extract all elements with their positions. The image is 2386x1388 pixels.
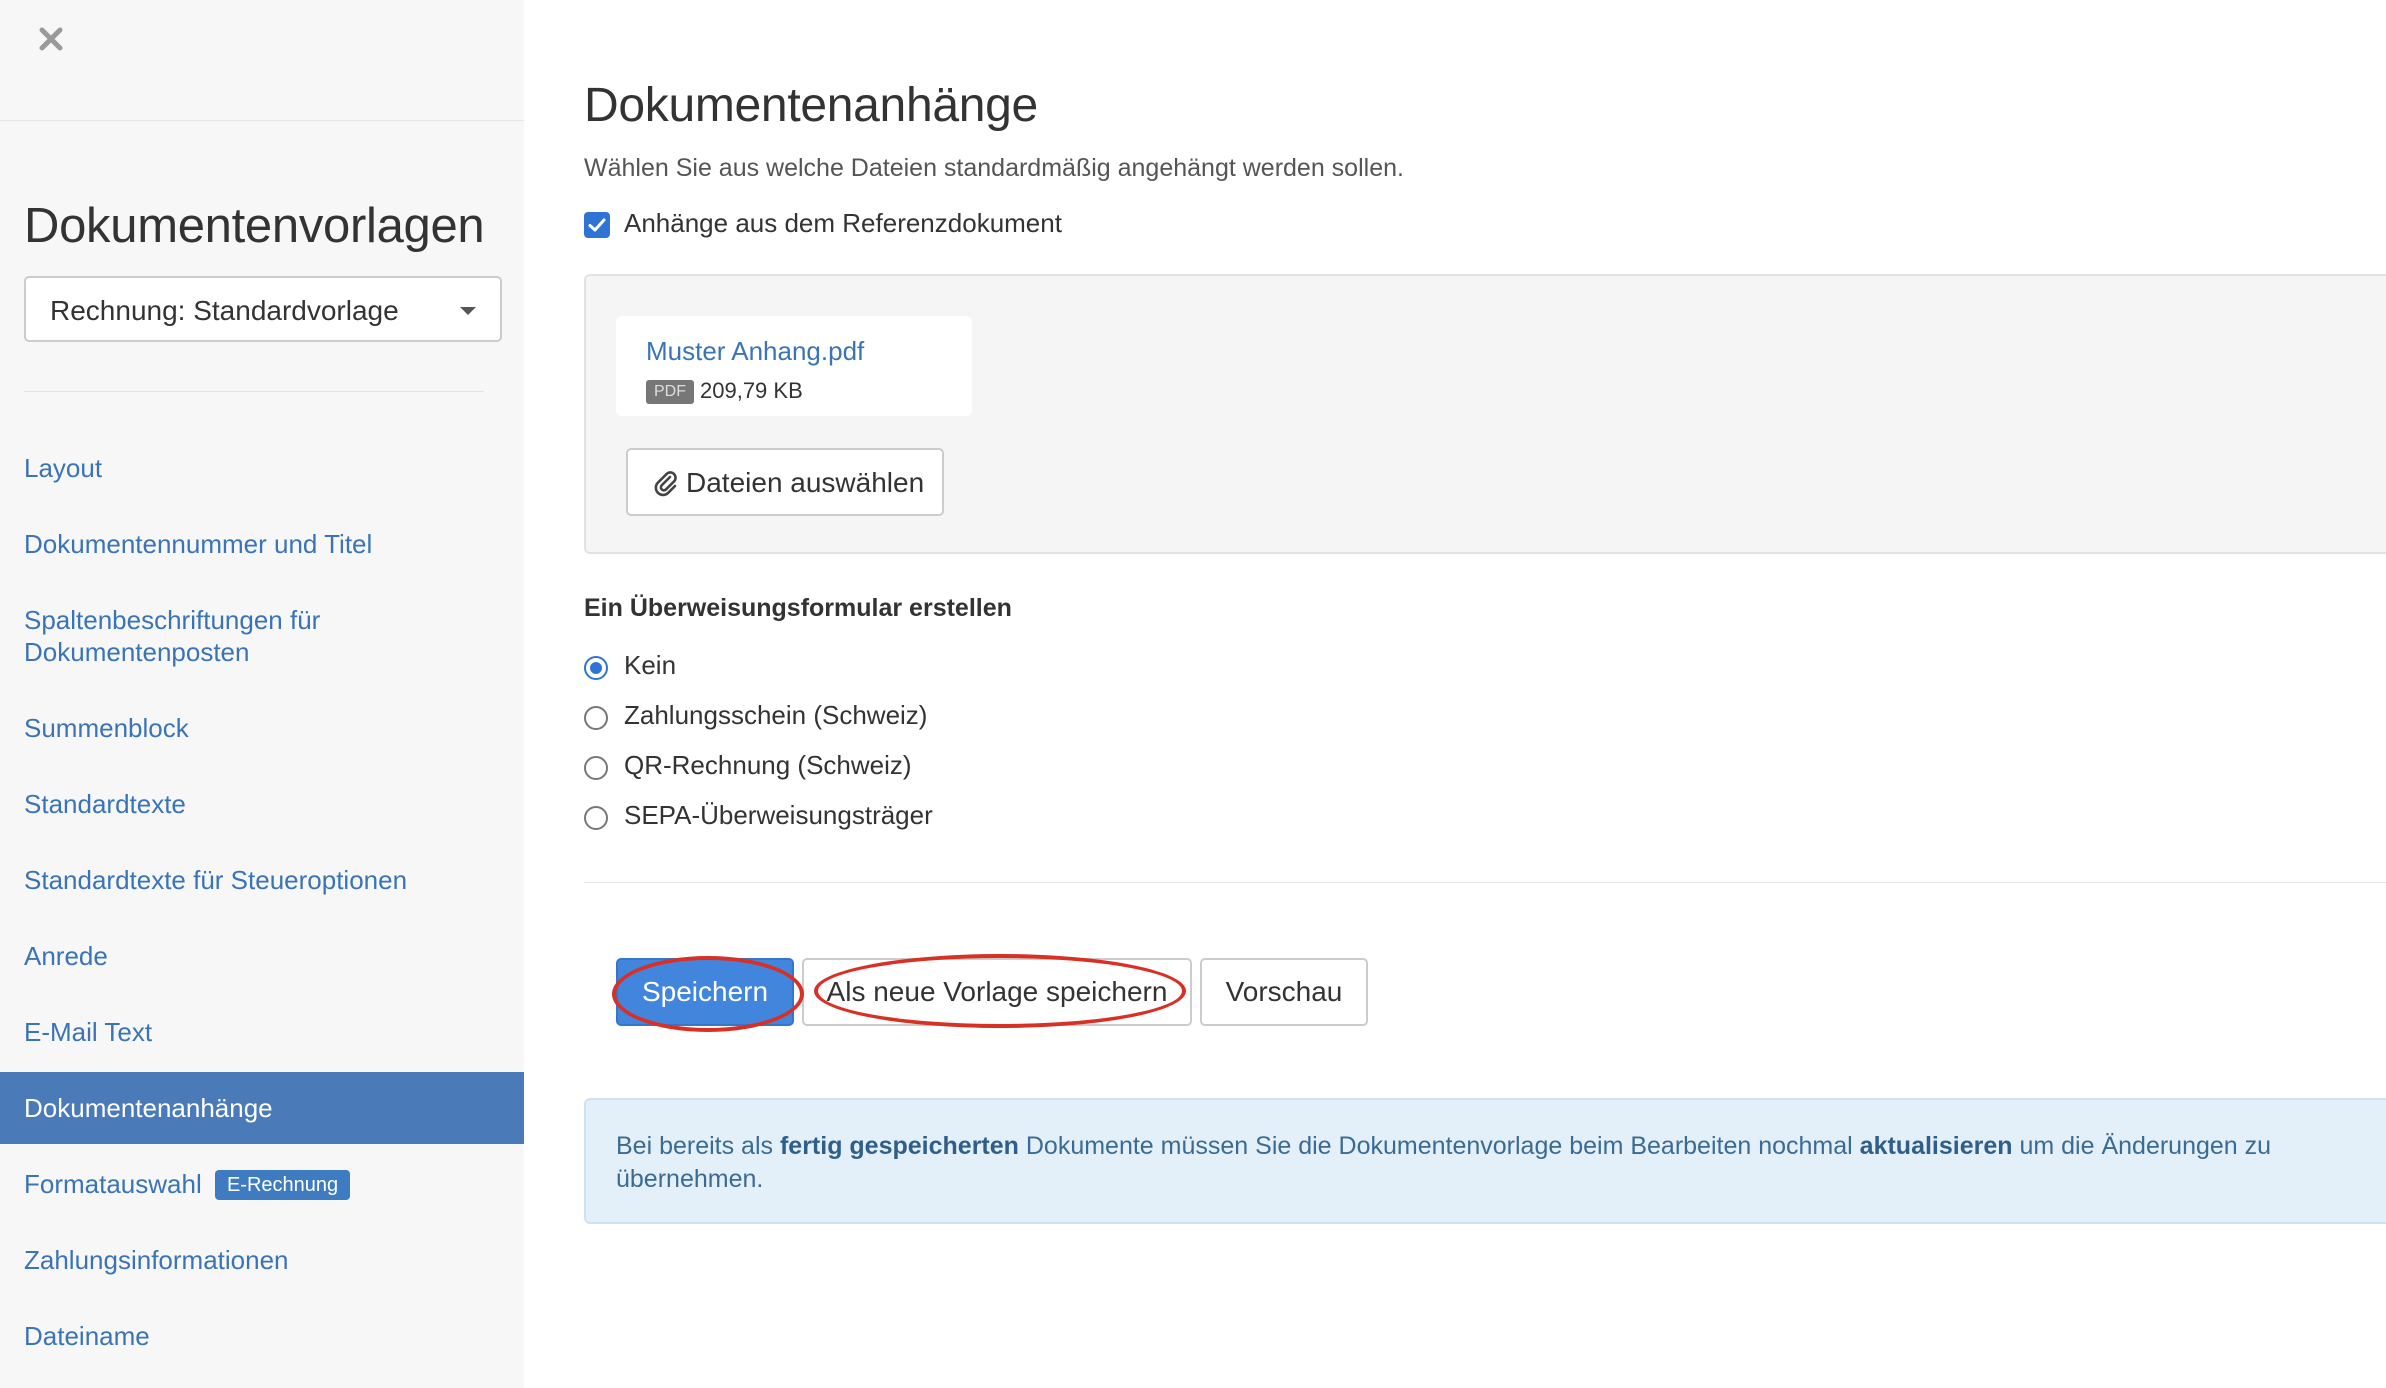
sidebar-item-format-selection[interactable]: Formatauswahl E-Rechnung [0, 1168, 524, 1200]
radio-label: Zahlungsschein (Schweiz) [624, 700, 928, 730]
attachment-link[interactable]: Muster Anhang.pdf [646, 336, 864, 367]
sidebar-divider [24, 391, 484, 392]
section-divider [584, 882, 2386, 883]
save-button[interactable]: Speichern [616, 958, 794, 1026]
sidebar-item-standard-texts[interactable]: Standardtexte [0, 788, 524, 820]
choose-files-label: Dateien auswählen [686, 467, 925, 498]
info-bold: fertig gespeicherten [779, 1132, 1019, 1160]
sidebar-item-label: Formatauswahl [24, 1169, 202, 1199]
sidebar-item-document-number[interactable]: Dokumentennummer und Titel [0, 528, 524, 560]
radio-button[interactable] [584, 756, 608, 780]
info-text: Bei bereits als [616, 1132, 780, 1160]
radio-button[interactable] [584, 806, 608, 830]
sidebar-item-payment-info[interactable]: Zahlungsinformationen [0, 1244, 524, 1276]
sidebar-item-column-labels[interactable]: Spaltenbeschriftungen für Dokumentenpost… [0, 604, 524, 668]
caret-down-icon [460, 307, 476, 315]
file-type-badge: PDF [646, 380, 694, 404]
checkmark-icon [588, 218, 606, 232]
sidebar-item-email-text[interactable]: E-Mail Text [0, 1016, 524, 1048]
choose-files-button[interactable]: Dateien auswählen [626, 448, 944, 516]
file-size: 209,79 KB [700, 378, 803, 403]
sidebar-item-filename[interactable]: Dateiname [0, 1320, 524, 1352]
preview-button[interactable]: Vorschau [1200, 958, 1368, 1026]
sidebar-item-sum-block[interactable]: Summenblock [0, 712, 524, 744]
info-bold: aktualisieren [1859, 1132, 2013, 1160]
sidebar-item-layout[interactable]: Layout [0, 452, 524, 484]
sidebar-item-label: Spaltenbeschriftungen für [24, 605, 321, 635]
sidebar: Dokumentenvorlagen Rechnung: Standardvor… [0, 0, 524, 1388]
save-as-new-template-button[interactable]: Als neue Vorlage speichern [802, 958, 1192, 1026]
close-icon [39, 27, 63, 51]
sidebar-item-label: Dokumentenposten [24, 637, 250, 667]
checkbox-checked[interactable] [584, 212, 610, 238]
sidebar-item-attachments[interactable]: Dokumentenanhänge [0, 1072, 524, 1144]
sidebar-title: Dokumentenvorlagen [24, 199, 485, 253]
page-description: Wählen Sie aus welche Dateien standardmä… [584, 154, 1404, 182]
radio-button[interactable] [584, 656, 608, 680]
radio-button[interactable] [584, 706, 608, 730]
checkbox-label: Anhänge aus dem Referenzdokument [624, 208, 1062, 238]
transfer-form-label: Ein Überweisungsformular erstellen [584, 594, 1012, 622]
attachment-card: Muster Anhang.pdf PDF 209,79 KB [616, 316, 972, 416]
info-text: Dokumente müssen Sie die Dokumentenvorla… [1018, 1132, 1860, 1160]
sidebar-item-tax-texts[interactable]: Standardtexte für Steueroptionen [0, 864, 524, 896]
sidebar-item-salutation[interactable]: Anrede [0, 940, 524, 972]
radio-label: QR-Rechnung (Schweiz) [624, 750, 912, 780]
sidebar-divider [0, 120, 524, 121]
page-title: Dokumentenanhänge [584, 79, 1038, 132]
radio-label: SEPA-Überweisungsträger [624, 800, 933, 830]
e-invoice-badge: E-Rechnung [214, 1170, 351, 1200]
template-select[interactable]: Rechnung: Standardvorlage [24, 276, 502, 342]
info-alert: Bei bereits als fertig gespeicherten Dok… [584, 1098, 2386, 1224]
attachments-panel: Muster Anhang.pdf PDF 209,79 KB Dateien … [584, 274, 2386, 554]
radio-label: Kein [624, 650, 677, 680]
paperclip-icon [654, 471, 677, 497]
template-select-value: Rechnung: Standardvorlage [50, 295, 399, 326]
close-button[interactable] [34, 22, 68, 56]
